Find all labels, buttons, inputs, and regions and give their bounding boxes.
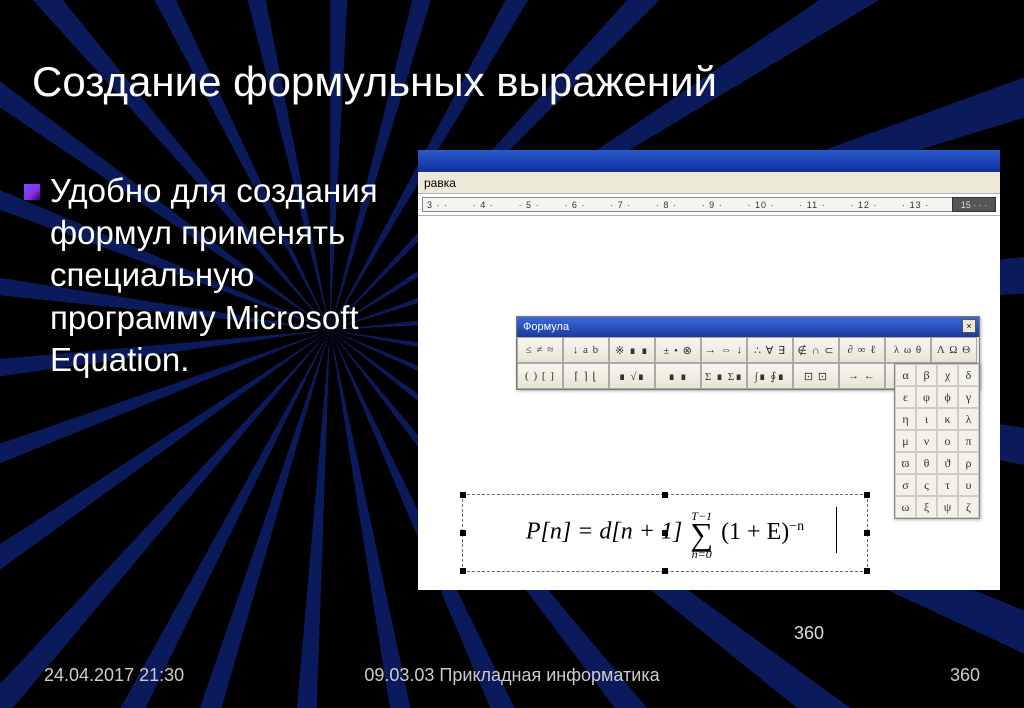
menubar-fragment[interactable]: равка [418, 172, 1000, 194]
ruler[interactable]: 3 · ·· 4 ·· 5 ·· 6 ·· 7 · · 8 ·· 9 ·· 10… [418, 194, 1000, 216]
palette-greek-lower[interactable]: λ ω θ [885, 337, 931, 363]
greek-phi[interactable]: φ [916, 386, 937, 408]
greek-alpha[interactable]: α [895, 364, 916, 386]
greek-varsigma[interactable]: ς [916, 474, 937, 496]
bullet-icon [24, 184, 40, 200]
equation-rhs-base: (1 + E) [721, 519, 789, 545]
greek-vartheta[interactable]: ϑ [937, 452, 958, 474]
greek-delta[interactable]: δ [958, 364, 979, 386]
greek-tau[interactable]: τ [937, 474, 958, 496]
template-labeled-arrow[interactable]: → ← [839, 363, 885, 389]
greek-nu[interactable]: ν [916, 430, 937, 452]
close-icon[interactable]: × [962, 319, 976, 333]
palette-greek-upper[interactable]: Λ Ω Θ [931, 337, 977, 363]
greek-xi[interactable]: ξ [916, 496, 937, 518]
palette-logical[interactable]: ∴ ∀ ∃ [747, 337, 793, 363]
template-subscript[interactable]: ∎ ∎ [655, 363, 701, 389]
greek-iota[interactable]: ι [916, 408, 937, 430]
greek-sigma[interactable]: σ [895, 474, 916, 496]
greek-upsilon[interactable]: υ [958, 474, 979, 496]
equation-lhs: P[n] = d[n + 1] [526, 519, 682, 545]
template-summation[interactable]: Σ ∎ Σ∎ [701, 363, 747, 389]
window-titlebar [418, 150, 1000, 172]
greek-omicron[interactable]: ο [937, 430, 958, 452]
greek-eta[interactable]: η [895, 408, 916, 430]
greek-chi[interactable]: χ [937, 364, 958, 386]
equation-rhs-exp: −n [789, 519, 804, 534]
palette-relational[interactable]: ≤ ≠ ≈ [517, 337, 563, 363]
bullet-item: Удобно для создания формул применять спе… [24, 170, 394, 381]
greek-mu[interactable]: μ [895, 430, 916, 452]
equation-object[interactable]: P[n] = d[n + 1] T−1 ∑ n=0 (1 + E)−n [462, 494, 868, 572]
ruler-scale: 3 · ·· 4 ·· 5 ·· 6 ·· 7 · · 8 ·· 9 ·· 10… [422, 197, 986, 212]
greek-lambda[interactable]: λ [958, 408, 979, 430]
palette-arrows[interactable]: → ⇔ ↓ [701, 337, 747, 363]
greek-psi[interactable]: ψ [937, 496, 958, 518]
palette-embellish[interactable]: ※ ∎ ∎ [609, 337, 655, 363]
toolbox-row: ≤ ≠ ≈ ↓ a b ※ ∎ ∎ ± • ⊗ → ⇔ ↓ ∴ ∀ ∃ ∉ ∩ … [517, 337, 979, 363]
greek-zeta[interactable]: ζ [958, 496, 979, 518]
menu-item-edit-fragment[interactable]: равка [424, 176, 456, 190]
toolbox-titlebar[interactable]: Формула × [517, 317, 979, 337]
footer-course: 09.03.03 Прикладная информатика [364, 665, 659, 686]
document-area[interactable]: Формула × ≤ ≠ ≈ ↓ a b ※ ∎ ∎ ± • ⊗ → ⇔ ↓ … [418, 216, 1000, 590]
template-roots[interactable]: ∎ √∎ [609, 363, 655, 389]
footer-date: 24.04.2017 21:30 [44, 665, 184, 686]
summation-symbol: T−1 ∑ n=0 [690, 510, 713, 560]
greek-rho[interactable]: ρ [958, 452, 979, 474]
ruler-margin: 15 · · · [952, 197, 996, 212]
template-integral[interactable]: ∫∎ ∮∎ [747, 363, 793, 389]
slide-title: Создание формульных выражений [32, 58, 717, 106]
greek-beta[interactable]: β [916, 364, 937, 386]
footer-page-lower: 360 [950, 665, 980, 686]
template-overbar[interactable]: ⊡ ⊡ [793, 363, 839, 389]
template-fences[interactable]: ( ) [ ] [517, 363, 563, 389]
palette-misc[interactable]: ∂ ∞ ℓ [839, 337, 885, 363]
greek-varphi[interactable]: ϕ [937, 386, 958, 408]
footer-page-upper: 360 [794, 623, 824, 644]
sum-lower: n=0 [692, 548, 712, 560]
greek-varpi[interactable]: ϖ [895, 452, 916, 474]
text-cursor [836, 507, 837, 553]
toolbox-title-text: Формула [523, 321, 569, 333]
greek-epsilon[interactable]: ε [895, 386, 916, 408]
palette-settheory[interactable]: ∉ ∩ ⊂ [793, 337, 839, 363]
greek-letters-dropdown[interactable]: αβχδ εφϕγ ηικλ μνοπ ϖθϑρ σςτυ ωξψζ [894, 363, 980, 519]
greek-gamma[interactable]: γ [958, 386, 979, 408]
greek-theta[interactable]: θ [916, 452, 937, 474]
palette-spaces[interactable]: ↓ a b [563, 337, 609, 363]
greek-omega[interactable]: ω [895, 496, 916, 518]
template-fractions[interactable]: ⌈ ⌉ ⌊ [563, 363, 609, 389]
equation-content: P[n] = d[n + 1] T−1 ∑ n=0 (1 + E)−n [526, 508, 804, 558]
slide-body-text: Удобно для создания формул применять спе… [50, 170, 394, 381]
greek-kappa[interactable]: κ [937, 408, 958, 430]
palette-operators[interactable]: ± • ⊗ [655, 337, 701, 363]
embedded-word-screenshot: равка 3 · ·· 4 ·· 5 ·· 6 ·· 7 · · 8 ·· 9… [418, 150, 1000, 590]
greek-pi[interactable]: π [958, 430, 979, 452]
